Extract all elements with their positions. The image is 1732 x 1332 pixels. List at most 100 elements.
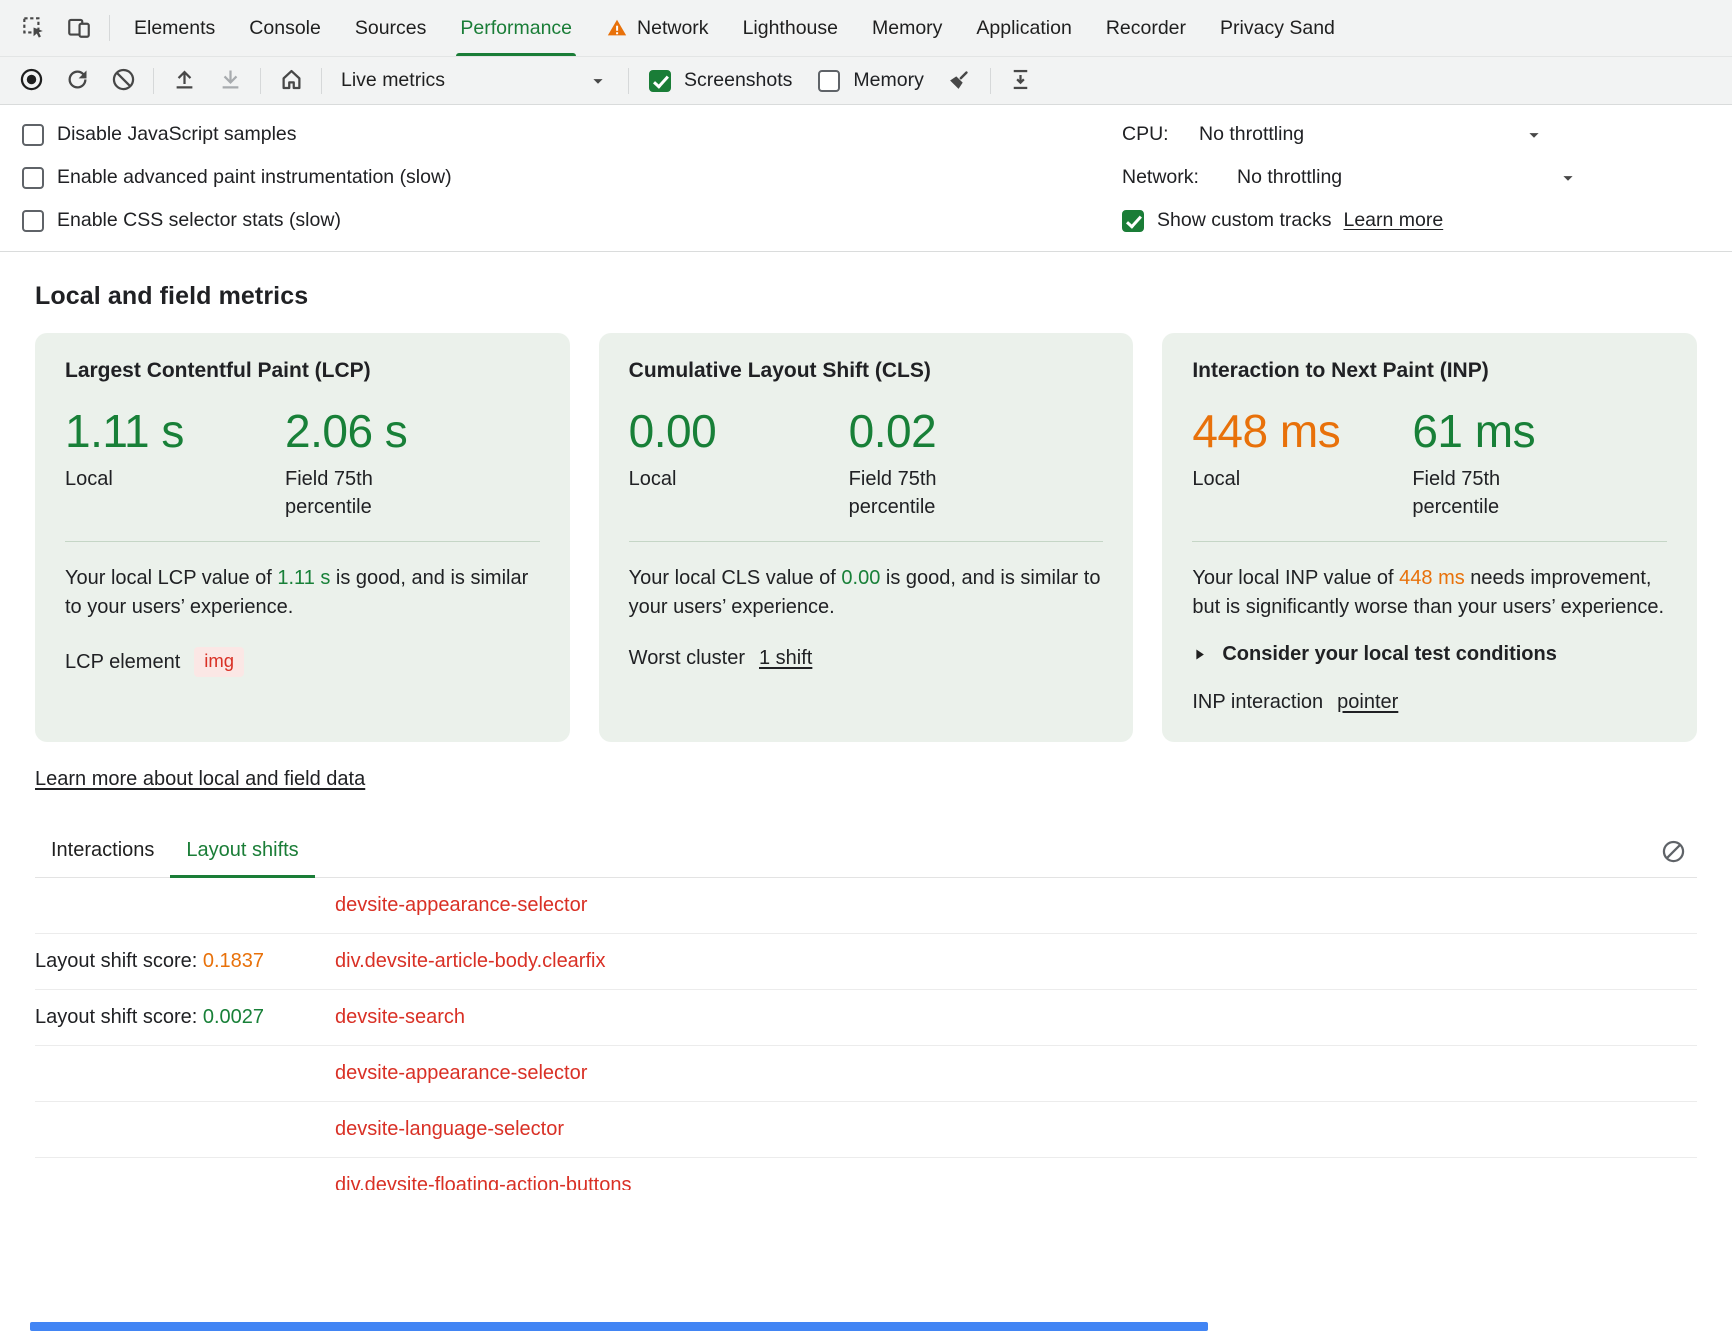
lcp-element-node-link[interactable]: img [194,647,244,677]
tab-console[interactable]: Console [232,0,338,56]
lcp-card: Largest Contentful Paint (LCP) 1.11 s Lo… [35,333,570,742]
device-toolbar-button[interactable] [56,5,102,51]
load-profile-button[interactable] [161,60,207,102]
record-icon [18,66,45,96]
collect-garbage-button[interactable] [937,60,983,102]
card-divider [1192,541,1667,542]
node-link[interactable]: div.devsite-floating-action-buttons [335,1174,631,1190]
checkbox-icon [818,70,840,92]
metric-cards: Largest Contentful Paint (LCP) 1.11 s Lo… [35,333,1697,742]
cpu-throttling-select[interactable]: No throttling [1199,123,1545,146]
inspect-element-button[interactable] [10,5,56,51]
lcp-description: Your local LCP value of 1.11 s is good, … [65,564,540,622]
layout-shift-row[interactable]: devsite-appearance-selector [35,1046,1697,1102]
show-custom-tracks-checkbox[interactable]: Show custom tracks [1122,209,1331,232]
inp-field-value: 61 ms [1412,407,1552,455]
download-icon [217,66,244,96]
record-button[interactable] [8,60,54,102]
capture-settings: Disable JavaScript samples Enable advanc… [0,105,1732,252]
clear-log-button[interactable] [1653,833,1693,873]
lcp-field-label: Field 75th percentile [285,465,425,521]
inp-field-label: Field 75th percentile [1412,465,1552,521]
compress-arrow-icon [1007,66,1034,96]
lcp-card-title: Largest Contentful Paint (LCP) [65,359,540,383]
checkbox-label: Enable CSS selector stats (slow) [57,209,341,232]
cls-local-value: 0.00 [629,407,849,455]
layout-shift-score: Layout shift score: 0.1837 [35,950,335,973]
node-link[interactable]: devsite-search [335,1006,465,1029]
cls-values: 0.00 Local 0.02 Field 75th percentile [629,407,1104,521]
inp-local-block: 448 ms Local [1192,407,1412,521]
upload-icon [171,66,198,96]
tab-network[interactable]: Network [589,0,726,56]
inp-interaction-row: INP interaction pointer [1192,691,1667,714]
cpu-throttling-row: CPU: No throttling [1122,113,1732,156]
reload-icon [64,66,91,96]
memory-checkbox[interactable]: Memory [805,69,936,92]
toolbar-separator [153,68,154,94]
reload-and-record-button[interactable] [54,60,100,102]
screenshots-checkbox[interactable]: Screenshots [636,69,805,92]
scrollbar-thumb[interactable] [30,1322,1208,1331]
panel-mode-value: Live metrics [341,69,445,92]
panel-mode-select[interactable]: Live metrics [329,69,621,92]
toolbar-separator [990,68,991,94]
tab-interactions[interactable]: Interactions [35,829,170,877]
checkbox-icon [649,70,671,92]
tab-memory[interactable]: Memory [855,0,959,56]
network-throttling-value: No throttling [1237,166,1342,189]
worst-cluster-label: Worst cluster [629,647,745,670]
performance-toolbar: Live metrics Screenshots Memory [0,57,1732,105]
node-link[interactable]: div.devsite-article-body.clearfix [335,950,605,973]
network-throttling-row: Network: No throttling [1122,156,1732,199]
inp-interaction-link[interactable]: pointer [1337,691,1398,714]
checkbox-label: Disable JavaScript samples [57,123,297,146]
lcp-local-label: Local [65,465,205,493]
tab-sources[interactable]: Sources [338,0,444,56]
checkbox-icon [22,124,44,146]
inp-description: Your local INP value of 448 ms needs imp… [1192,564,1667,622]
layout-shift-row[interactable]: Layout shift score: 0.1837 div.devsite-a… [35,934,1697,990]
inp-local-value: 448 ms [1192,407,1412,455]
cls-local-label: Local [629,465,769,493]
layout-shift-row[interactable]: devsite-appearance-selector [35,878,1697,934]
cls-field-label: Field 75th percentile [849,465,989,521]
tab-application[interactable]: Application [959,0,1088,56]
clear-button[interactable] [100,60,146,102]
inp-field-block: 61 ms Field 75th percentile [1412,407,1552,521]
inp-card-title: Interaction to Next Paint (INP) [1192,359,1667,383]
tab-elements[interactable]: Elements [117,0,232,56]
home-button[interactable] [268,60,314,102]
worst-cluster-link[interactable]: 1 shift [759,647,812,670]
cls-field-block: 0.02 Field 75th percentile [849,407,989,521]
tab-recorder[interactable]: Recorder [1089,0,1203,56]
layout-shift-row[interactable]: Layout shift score: 0.0027 devsite-searc… [35,990,1697,1046]
local-test-conditions-expander[interactable]: Consider your local test conditions [1192,643,1667,666]
node-link[interactable]: devsite-appearance-selector [335,894,587,917]
lcp-local-value: 1.11 s [65,407,285,455]
tab-privacy-sandbox[interactable]: Privacy Sand [1203,0,1352,56]
tab-lighthouse[interactable]: Lighthouse [726,0,855,56]
block-icon [1660,838,1687,868]
card-divider [629,541,1104,542]
save-profile-button[interactable] [207,60,253,102]
tab-performance[interactable]: Performance [443,0,589,56]
isolate-button[interactable] [998,60,1044,102]
home-icon [278,66,305,96]
tab-layout-shifts[interactable]: Layout shifts [170,829,314,877]
field-data-learn-more-link[interactable]: Learn more about local and field data [35,768,365,791]
custom-tracks-label: Show custom tracks [1157,209,1331,232]
network-label: Network: [1122,166,1237,189]
custom-tracks-learn-more-link[interactable]: Learn more [1343,209,1443,232]
checkbox-icon [22,167,44,189]
network-throttling-select[interactable]: No throttling [1237,166,1579,189]
layout-shift-row[interactable]: div.devsite-floating-action-buttons [35,1158,1697,1190]
warning-icon [606,17,628,39]
devtools-tabbar: Elements Console Sources Performance Net… [0,0,1732,57]
node-link[interactable]: devsite-language-selector [335,1118,564,1141]
inspect-cursor-icon [20,14,46,43]
node-link[interactable]: devsite-appearance-selector [335,1062,587,1085]
toolbar-separator [260,68,261,94]
card-divider [65,541,540,542]
layout-shift-row[interactable]: devsite-language-selector [35,1102,1697,1158]
